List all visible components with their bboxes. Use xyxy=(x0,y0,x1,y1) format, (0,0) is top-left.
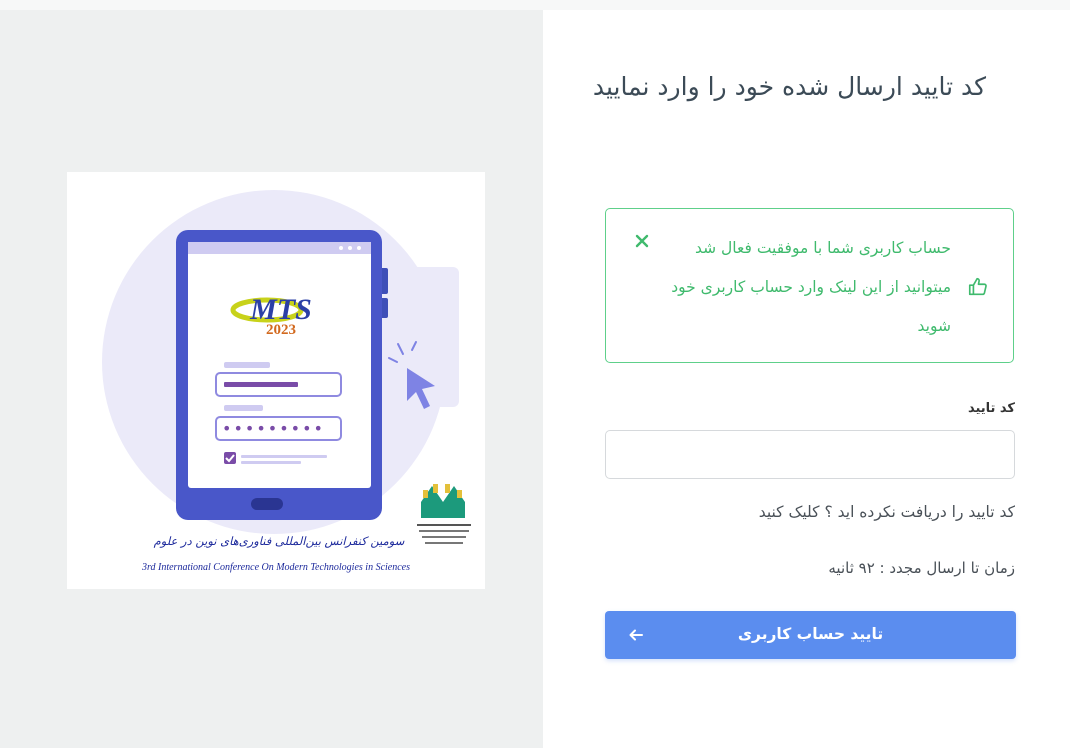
success-alert: حساب کاربری شما با موفقیت فعال شد میتوان… xyxy=(605,208,1014,363)
resend-timer: زمان تا ارسال مجدد : ۹۲ ثانیه xyxy=(828,559,1015,577)
close-icon[interactable] xyxy=(634,233,650,249)
password-mask: ••••••••• xyxy=(222,419,325,438)
resend-code-link[interactable]: کد تایید را دریافت نکرده اید ؟ کلیک کنید xyxy=(759,503,1015,521)
page-title: کد تایید ارسال شده خود را وارد نمایید xyxy=(592,72,986,101)
top-strip xyxy=(0,0,1070,10)
conference-title-en: 3rd International Conference On Modern T… xyxy=(141,562,410,573)
verification-code-input[interactable] xyxy=(605,430,1015,479)
login-illustration: MTS 2023 ••••••••• سومین کنفرانس بین‌ال xyxy=(67,172,485,589)
thumbs-up-icon xyxy=(968,277,987,296)
code-label: کد تایید xyxy=(967,401,1015,416)
confirm-account-button[interactable]: تایید حساب کاربری xyxy=(605,611,1016,659)
confirm-account-label: تایید حساب کاربری xyxy=(737,625,884,643)
alert-message: حساب کاربری شما با موفقیت فعال شد میتوان… xyxy=(671,239,951,335)
logo-year: 2023 xyxy=(266,322,296,338)
arrow-left-icon xyxy=(629,629,643,641)
conference-title-fa: سومین کنفرانس بین‌المللی فناوری‌های نوین… xyxy=(154,534,405,548)
university-logo xyxy=(417,484,471,544)
